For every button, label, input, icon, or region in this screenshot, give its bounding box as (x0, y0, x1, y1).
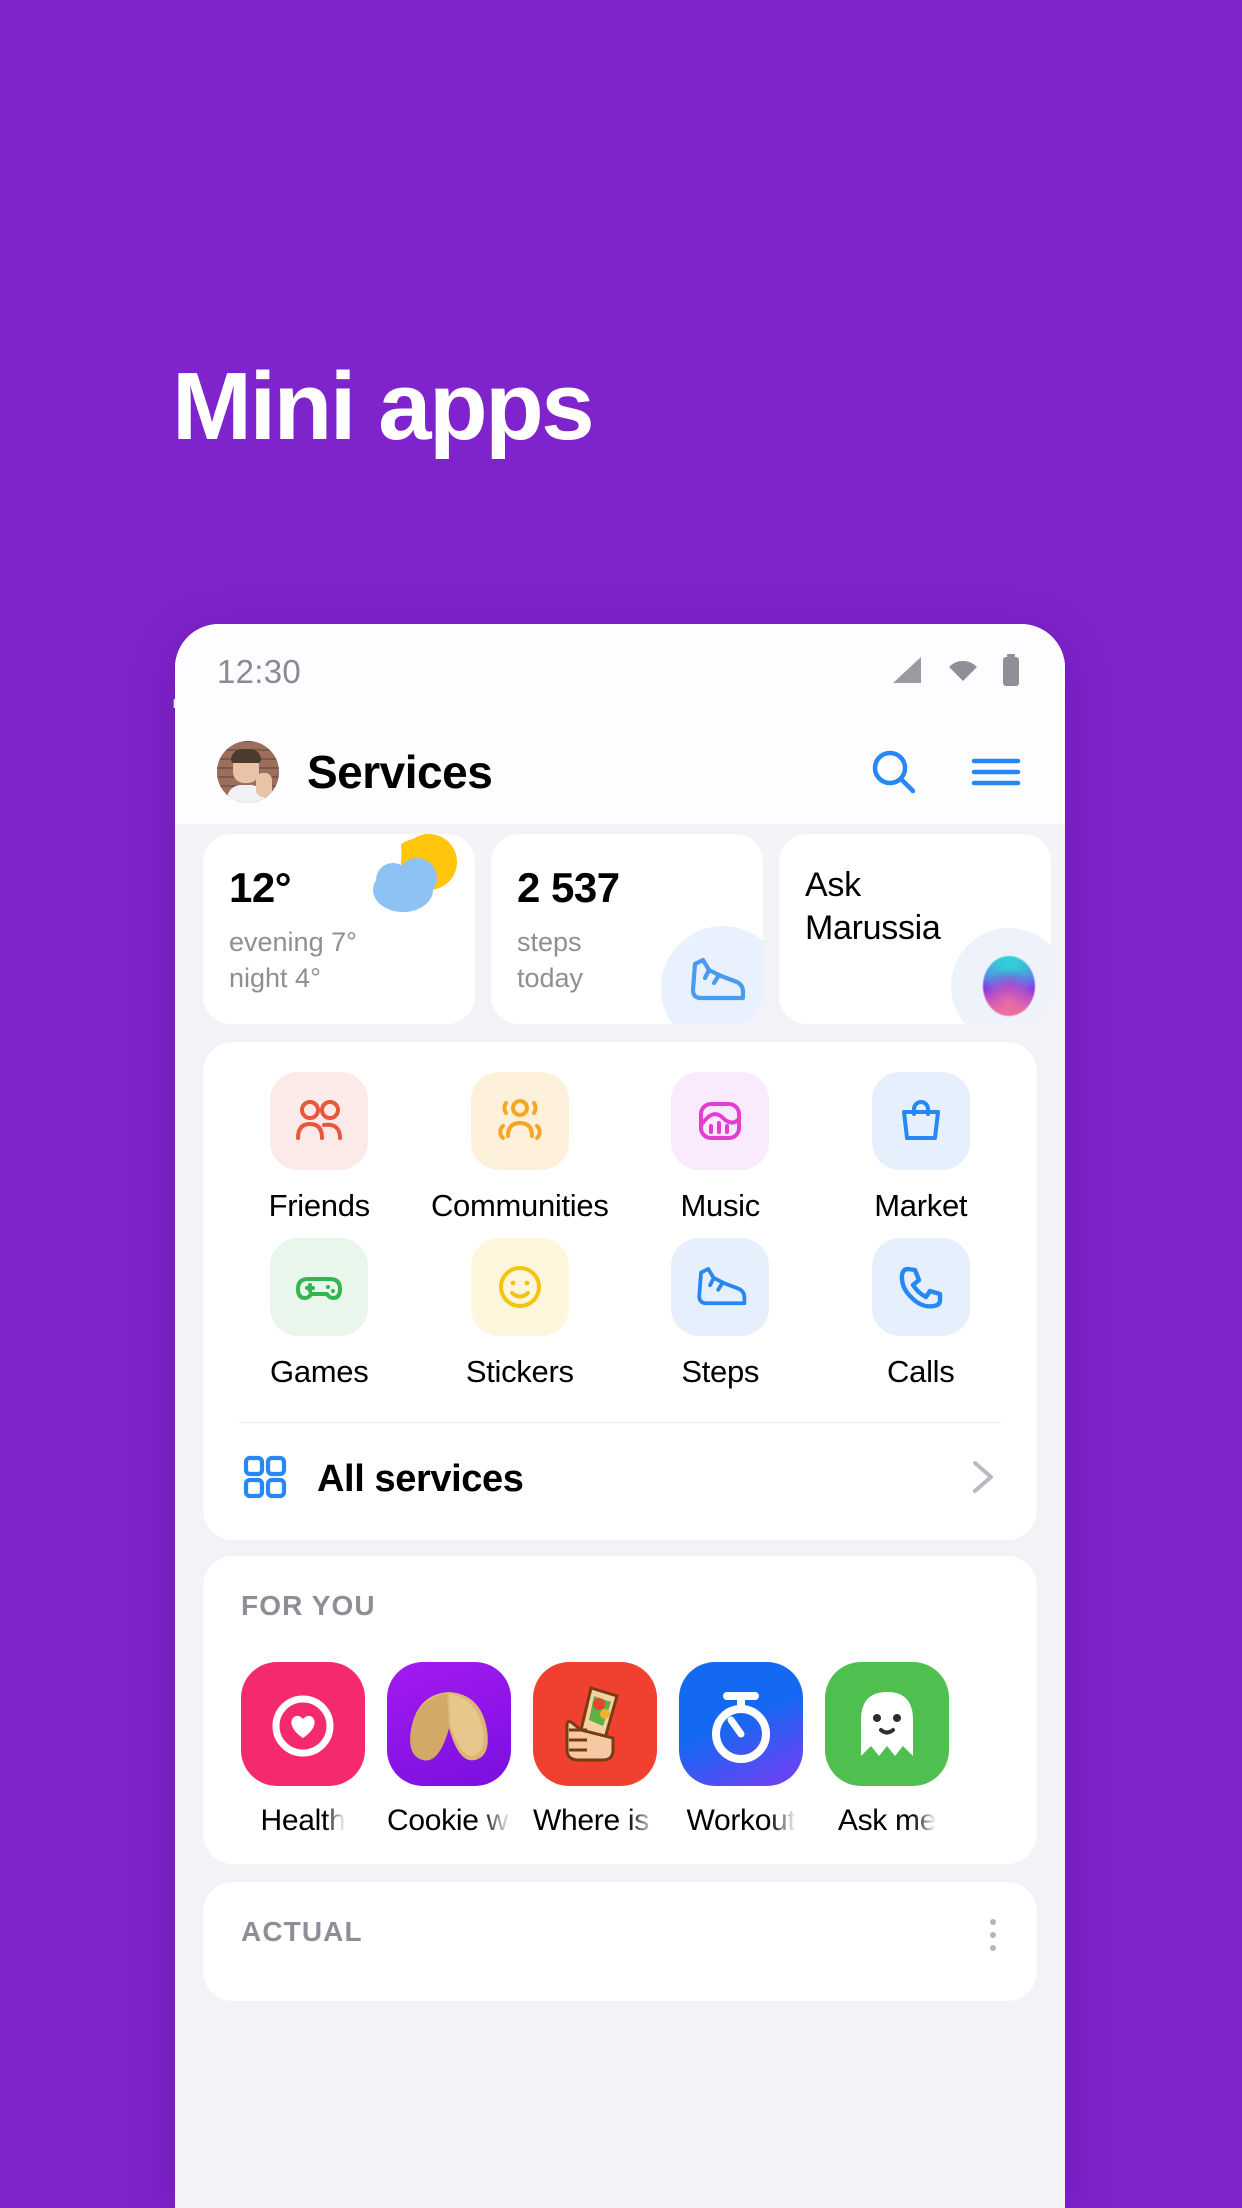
app-label: Where is the shawarma (533, 1804, 657, 1837)
avatar-photo-hand (256, 773, 272, 797)
health-heart-icon (241, 1662, 365, 1786)
battery-icon (1001, 653, 1021, 691)
service-label: Communities (430, 1188, 609, 1223)
hamburger-menu-icon[interactable] (969, 750, 1023, 794)
chevron-right-icon (965, 1455, 999, 1504)
page-title: Services (307, 746, 493, 798)
weather-forecast: evening 7° night 4° (229, 924, 449, 997)
steps-widget[interactable]: 2 537 steps today (491, 834, 763, 1024)
app-label: Cookie with predictions (387, 1804, 511, 1837)
fortune-cookie-icon (387, 1662, 511, 1786)
services-card: Friends Communities Music Market Games S… (203, 1042, 1037, 1540)
ghost-icon (825, 1662, 949, 1786)
actual-title: ACTUAL (241, 1916, 363, 1947)
service-tile-stickers[interactable]: Stickers (420, 1238, 621, 1390)
widgets-row: 12° evening 7° night 4° 2 537 steps toda… (175, 824, 1065, 1024)
sun-cloud-icon (359, 834, 469, 929)
app-shawarma[interactable]: Where is the shawarma (533, 1662, 657, 1838)
service-tile-games[interactable]: Games (219, 1238, 420, 1390)
grid-icon (241, 1453, 289, 1506)
for-you-card: FOR YOU Health Cookie w Where is Workout… (203, 1556, 1037, 1864)
services-grid: Friends Communities Music Market Games S… (203, 1072, 1037, 1390)
service-label: Music (680, 1188, 761, 1223)
phone-icon (871, 1238, 970, 1336)
actual-card: ACTUAL (203, 1882, 1037, 2001)
service-tile-market[interactable]: Market (821, 1072, 1022, 1224)
service-label: Stickers (465, 1354, 574, 1389)
service-tile-calls[interactable]: Calls (821, 1238, 1022, 1390)
weather-evening: evening 7° (229, 927, 357, 957)
app-ask-me[interactable]: Ask me (825, 1662, 949, 1838)
for-you-title: FOR YOU (241, 1590, 376, 1621)
assistant-title-line-1: Ask (805, 866, 861, 904)
market-icon (871, 1072, 970, 1170)
music-icon (671, 1072, 770, 1170)
shawarma-icon (533, 1662, 657, 1786)
service-tile-steps[interactable]: Steps (620, 1238, 821, 1390)
weather-night: night 4° (229, 963, 321, 994)
workout-timer-icon (679, 1662, 803, 1786)
header-actions (867, 745, 1023, 799)
avatar[interactable] (217, 741, 279, 803)
service-label: Games (270, 1354, 369, 1389)
search-icon[interactable] (867, 745, 921, 799)
app-health[interactable]: Health (241, 1662, 365, 1838)
service-label: Friends (268, 1188, 371, 1223)
service-tile-friends[interactable]: Friends (219, 1072, 420, 1224)
service-tile-music[interactable]: Music (620, 1072, 821, 1224)
service-label: Market (874, 1188, 968, 1223)
hero-headline-line-1: Mini apps (172, 353, 595, 461)
for-you-apps-row: Health Cookie with predictions (203, 1622, 1037, 1838)
more-vertical-icon[interactable] (987, 1916, 999, 1961)
all-services-label: All services (317, 1458, 524, 1500)
signal-icon (891, 655, 925, 690)
app-label: Workout (686, 1804, 796, 1837)
status-clock: 12:30 (217, 653, 302, 690)
all-services-row[interactable]: All services (203, 1423, 1037, 1540)
phone-mockup: 12:30 Services 12° evening 7° night 4° 2… (175, 624, 1065, 2208)
gamepad-icon (270, 1238, 369, 1336)
app-label: Ask me (837, 1804, 937, 1837)
assistant-widget[interactable]: Ask Marussia (779, 834, 1051, 1024)
friends-icon (270, 1072, 369, 1170)
app-label: Health (260, 1804, 346, 1837)
service-label: Steps (681, 1354, 760, 1389)
service-label: Calls (887, 1354, 955, 1389)
status-bar: 12:30 (175, 624, 1065, 720)
smiley-icon (470, 1238, 569, 1336)
sneaker-icon (671, 1238, 770, 1336)
communities-icon (470, 1072, 569, 1170)
wifi-icon (945, 655, 981, 690)
steps-count: 2 537 (517, 864, 620, 911)
avatar-photo-hair (231, 749, 261, 763)
status-icons (891, 653, 1021, 691)
app-cookie[interactable]: Cookie with predictions (387, 1662, 511, 1838)
service-tile-communities[interactable]: Communities (420, 1072, 621, 1224)
app-header: Services (175, 720, 1065, 824)
weather-widget[interactable]: 12° evening 7° night 4° (203, 834, 475, 1024)
app-workout[interactable]: Workout (679, 1662, 803, 1838)
